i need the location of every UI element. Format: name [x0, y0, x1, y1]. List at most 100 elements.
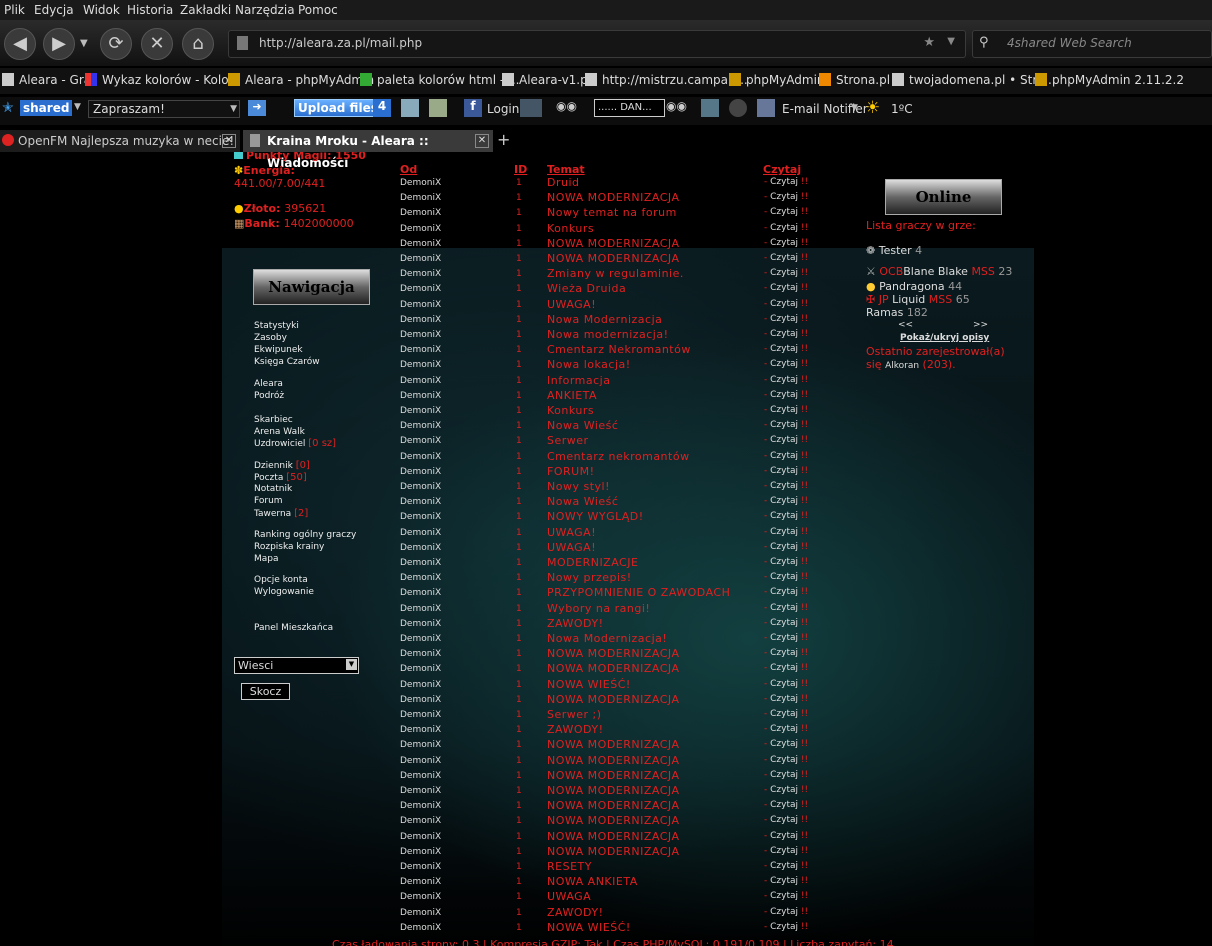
bookmark-item[interactable]: paleta kolorów html - ...: [360, 73, 519, 87]
bookmark-item[interactable]: Aleara - phpMyAdmin: [228, 73, 374, 87]
contacts-icon[interactable]: [429, 99, 447, 117]
message-read-link[interactable]: - Czytaj !!: [764, 891, 808, 901]
stop-icon[interactable]: ✕: [141, 28, 173, 60]
message-read-link[interactable]: - Czytaj !!: [764, 451, 808, 461]
record-icon[interactable]: [729, 99, 747, 117]
menu-tools[interactable]: Narzędzia: [235, 3, 295, 17]
message-read-link[interactable]: - Czytaj !!: [764, 922, 808, 932]
toolbar-search-input[interactable]: Zapraszam! ▼: [88, 100, 240, 118]
bookmark-item[interactable]: http://mistrzu.campari...: [585, 73, 748, 87]
photo-icon[interactable]: [401, 99, 419, 117]
message-read-link[interactable]: - Czytaj !!: [764, 238, 808, 248]
4shared-icon[interactable]: 4: [373, 99, 391, 117]
message-read-link[interactable]: - Czytaj !!: [764, 739, 808, 749]
message-read-link[interactable]: - Czytaj !!: [764, 299, 808, 309]
volume-icon[interactable]: ◉◉: [666, 99, 687, 113]
media-controls[interactable]: ◉◉: [556, 99, 592, 117]
message-read-link[interactable]: - Czytaj !!: [764, 542, 808, 552]
header-read[interactable]: Czytaj: [763, 163, 801, 176]
message-read-link[interactable]: - Czytaj !!: [764, 527, 808, 537]
message-read-link[interactable]: - Czytaj !!: [764, 192, 808, 202]
message-read-link[interactable]: - Czytaj !!: [764, 405, 808, 415]
player-entry[interactable]: ⚔ OCBBlane Blake MSS 23: [866, 265, 1012, 278]
url-dropdown-icon[interactable]: ▼: [947, 36, 955, 47]
header-subject[interactable]: Temat: [547, 163, 585, 176]
forward-icon[interactable]: ▶: [43, 28, 75, 60]
message-read-link[interactable]: - Czytaj !!: [764, 785, 808, 795]
reload-icon[interactable]: ⟳: [100, 28, 132, 60]
bookmark-star-icon[interactable]: ★: [923, 35, 935, 50]
toggle-descriptions-link[interactable]: Pokaż/ukryj opisy: [900, 333, 989, 343]
message-read-link[interactable]: - Czytaj !!: [764, 344, 808, 354]
message-read-link[interactable]: - Czytaj !!: [764, 648, 808, 658]
player-entry[interactable]: ✠ JP Liquid MSS 65: [866, 293, 970, 306]
close-icon[interactable]: ✕: [475, 134, 489, 148]
menu-history[interactable]: Historia: [127, 3, 173, 17]
go-arrow-icon[interactable]: ➜: [248, 100, 266, 116]
message-read-link[interactable]: - Czytaj !!: [764, 511, 808, 521]
bookmark-item[interactable]: phpMyAdmin 2.11.2.2: [1035, 73, 1184, 87]
message-read-link[interactable]: - Czytaj !!: [764, 907, 808, 917]
message-read-link[interactable]: - Czytaj !!: [764, 177, 808, 187]
message-read-link[interactable]: - Czytaj !!: [764, 359, 808, 369]
message-read-link[interactable]: - Czytaj !!: [764, 831, 808, 841]
bookmark-item[interactable]: Aleara - Gra: [2, 73, 91, 87]
player-entry[interactable]: Ramas 182: [866, 306, 928, 319]
brand-dropdown-icon[interactable]: ▼: [74, 102, 81, 112]
message-read-link[interactable]: - Czytaj !!: [764, 800, 808, 810]
message-read-link[interactable]: - Czytaj !!: [764, 268, 808, 278]
message-read-link[interactable]: - Czytaj !!: [764, 603, 808, 613]
player-entry[interactable]: ● Pandragona 44: [866, 280, 962, 293]
message-read-link[interactable]: - Czytaj !!: [764, 557, 808, 567]
message-read-link[interactable]: - Czytaj !!: [764, 876, 808, 886]
play-icon[interactable]: ◉◉: [556, 99, 577, 113]
header-id[interactable]: ID: [514, 163, 527, 176]
message-read-link[interactable]: - Czytaj !!: [764, 496, 808, 506]
message-read-link[interactable]: - Czytaj !!: [764, 861, 808, 871]
message-read-link[interactable]: - Czytaj !!: [764, 694, 808, 704]
next-page-link[interactable]: >>: [973, 320, 988, 330]
header-from[interactable]: Od: [400, 163, 417, 176]
message-read-link[interactable]: - Czytaj !!: [764, 633, 808, 643]
message-read-link[interactable]: - Czytaj !!: [764, 435, 808, 445]
message-read-link[interactable]: - Czytaj !!: [764, 709, 808, 719]
email-icon[interactable]: [757, 99, 775, 117]
tab-aleara[interactable]: Kraina Mroku - Aleara :: Wiadomości ✕: [243, 130, 493, 170]
message-read-link[interactable]: - Czytaj !!: [764, 481, 808, 491]
message-read-link[interactable]: - Czytaj !!: [764, 223, 808, 233]
message-read-link[interactable]: - Czytaj !!: [764, 329, 808, 339]
screen-icon[interactable]: [520, 99, 542, 117]
message-read-link[interactable]: - Czytaj !!: [764, 207, 808, 217]
prev-page-link[interactable]: <<: [898, 320, 913, 330]
menu-file[interactable]: Plik: [4, 3, 25, 17]
message-read-link[interactable]: - Czytaj !!: [764, 587, 808, 597]
player-entry[interactable]: ❁ Tester 4: [866, 244, 922, 257]
bookmark-item[interactable]: Wykaz kolorów - Kolo...: [85, 73, 240, 87]
last-registered-name[interactable]: Alkoran: [885, 361, 919, 371]
close-icon[interactable]: ✕: [222, 134, 236, 148]
bookmark-item[interactable]: twojadomena.pl • Stro...: [892, 73, 1056, 87]
toolbar-brand[interactable]: shared: [20, 100, 73, 116]
new-tab-icon[interactable]: +: [497, 130, 510, 149]
message-read-link[interactable]: - Czytaj !!: [764, 663, 808, 673]
message-read-link[interactable]: - Czytaj !!: [764, 724, 808, 734]
tools-icon[interactable]: [701, 99, 719, 117]
message-read-link[interactable]: - Czytaj !!: [764, 466, 808, 476]
back-icon[interactable]: ◀: [4, 28, 36, 60]
message-read-link[interactable]: - Czytaj !!: [764, 755, 808, 765]
tab-openfm[interactable]: OpenFM Najlepsza muzyka w necie! ✕: [0, 130, 240, 152]
search-box[interactable]: ⚲ 4shared Web Search: [972, 30, 1212, 58]
message-read-link[interactable]: - Czytaj !!: [764, 846, 808, 856]
upload-files-button[interactable]: Upload files: [294, 99, 382, 117]
search-icon[interactable]: ⚲: [979, 35, 997, 51]
message-read-link[interactable]: - Czytaj !!: [764, 283, 808, 293]
bookmark-item[interactable]: Strona.pl: [819, 73, 890, 87]
radio-station-select[interactable]: ...... DAN...: [594, 99, 665, 117]
history-dropdown-icon[interactable]: ▼: [80, 38, 88, 49]
message-read-link[interactable]: - Czytaj !!: [764, 815, 808, 825]
message-read-link[interactable]: - Czytaj !!: [764, 253, 808, 263]
message-read-link[interactable]: - Czytaj !!: [764, 770, 808, 780]
menu-view[interactable]: Widok: [83, 3, 120, 17]
message-read-link[interactable]: - Czytaj !!: [764, 618, 808, 628]
message-read-link[interactable]: - Czytaj !!: [764, 572, 808, 582]
